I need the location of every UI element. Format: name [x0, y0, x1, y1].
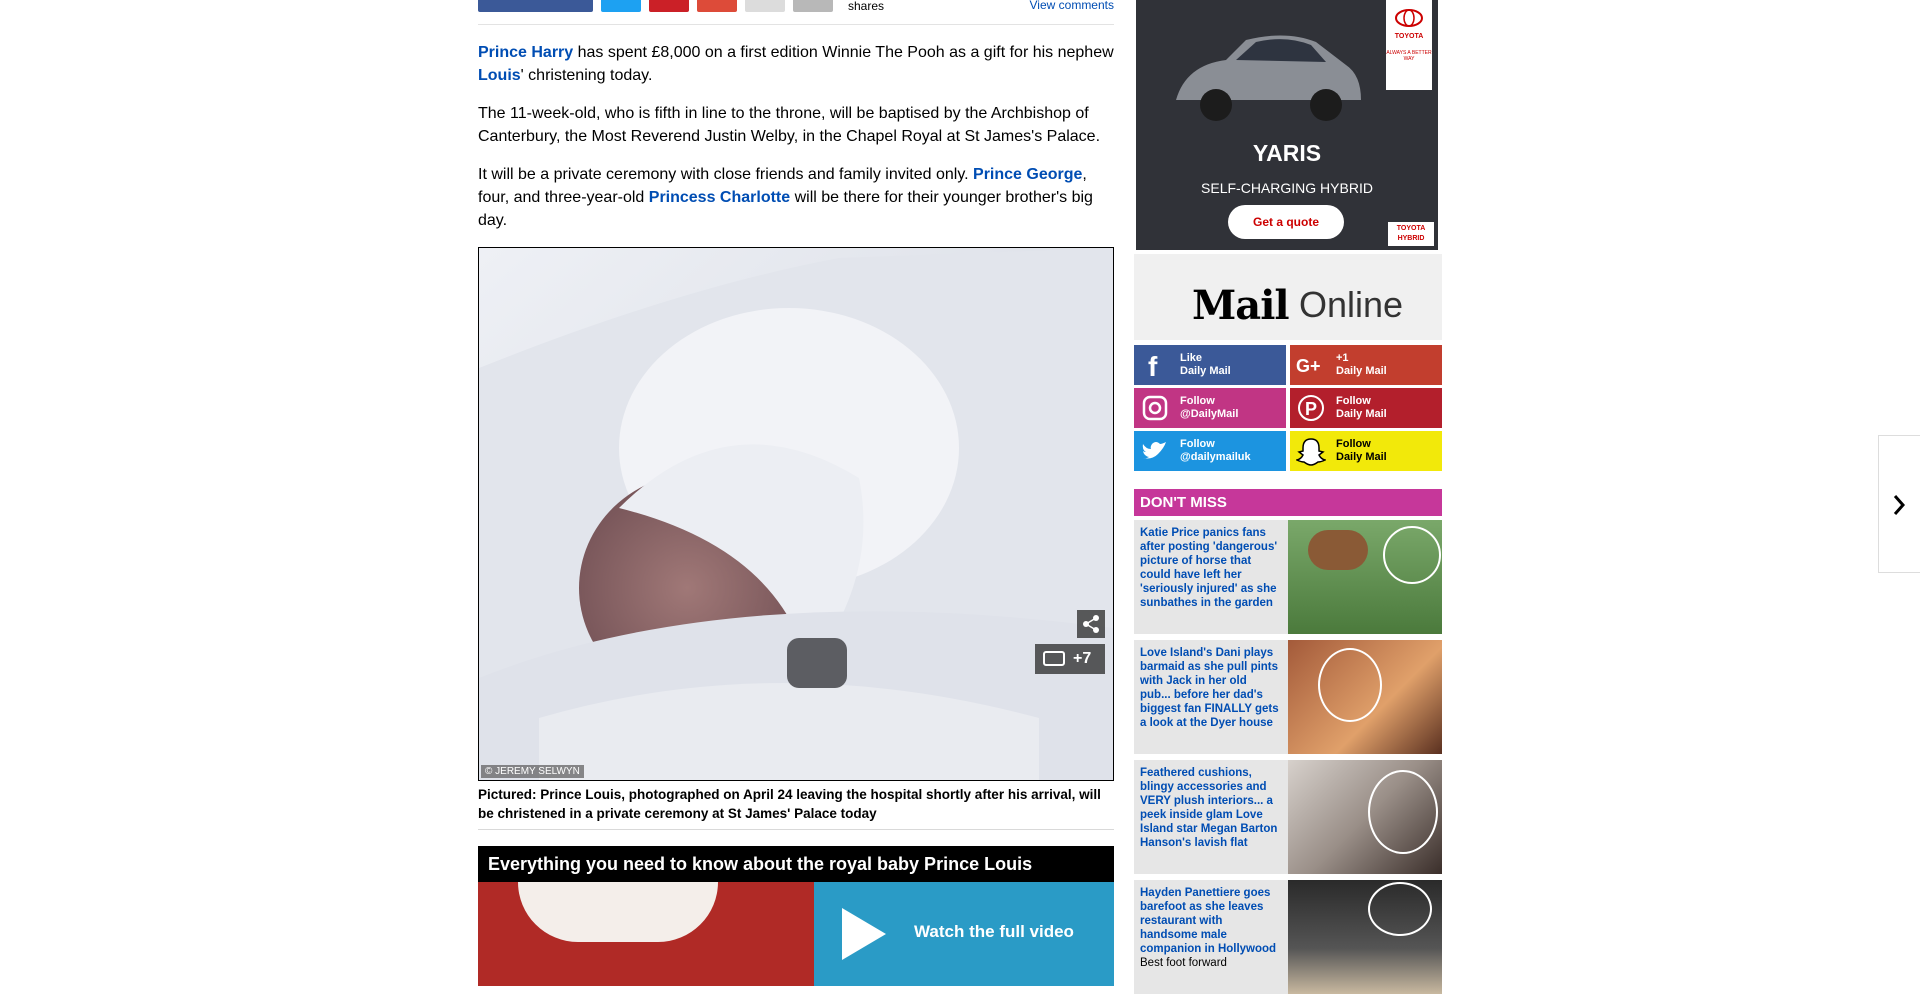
- pinterest-follow-button[interactable]: P Follow Daily Mail: [1290, 388, 1442, 428]
- googleplus-follow-button[interactable]: G+ +1 Daily Mail: [1290, 345, 1442, 385]
- prince-harry-link[interactable]: Prince Harry: [478, 44, 573, 61]
- watch-video-label: Watch the full video: [914, 922, 1074, 941]
- article-paragraph-1: Prince Harry has spent £8,000 on a first…: [478, 44, 1114, 84]
- dont-miss-thumbnail: [1288, 880, 1442, 994]
- twitter-follow-button[interactable]: Follow @dailymailuk: [1134, 431, 1286, 471]
- dont-miss-thumbnail: [1288, 760, 1442, 874]
- video-title: Everything you need to know about the ro…: [488, 854, 1033, 874]
- share-bar: shares View comments: [478, 0, 1114, 25]
- chevron-right-icon: [1893, 495, 1906, 515]
- dont-miss-subtitle: Best foot forward: [1140, 957, 1227, 969]
- gallery-button[interactable]: +7: [1035, 644, 1105, 674]
- googleplus-icon: G+: [1296, 356, 1321, 376]
- article-paragraph-2: The 11-week-old, who is fifth in line to…: [478, 105, 1101, 145]
- snapchat-icon: [1296, 438, 1326, 466]
- image-caption: Pictured: Prince Louis, photographed on …: [478, 785, 1114, 830]
- share-image-button[interactable]: [1077, 610, 1105, 638]
- car-image: [1176, 35, 1361, 121]
- right-column: TOYOTA ALWAYS A BETTER WAY YARIS SELF-CH…: [1134, 0, 1442, 340]
- svg-text:P: P: [1305, 399, 1317, 419]
- camera-icon: [1043, 651, 1065, 666]
- dont-miss-item-4[interactable]: Hayden Panettiere goes barefoot as she l…: [1134, 880, 1442, 994]
- facebook-like-button[interactable]: f Like Daily Mail: [1134, 345, 1286, 385]
- dont-miss-header: DON'T MISS: [1134, 489, 1442, 516]
- pinterest-icon: P: [1298, 395, 1324, 421]
- facebook-icon: f: [1148, 351, 1158, 380]
- article-paragraph-3: It will be a private ceremony with close…: [478, 166, 1093, 229]
- louis-link[interactable]: Louis: [478, 67, 521, 84]
- instagram-follow-button[interactable]: Follow @DailyMail: [1134, 388, 1286, 428]
- toyota-ad[interactable]: TOYOTA ALWAYS A BETTER WAY YARIS SELF-CH…: [1136, 0, 1438, 250]
- next-article-button[interactable]: [1878, 435, 1920, 573]
- email-share-button[interactable]: [745, 0, 785, 12]
- gallery-count: +7: [1073, 650, 1092, 667]
- prince-george-link[interactable]: Prince George: [973, 166, 1082, 183]
- twitter-share-button[interactable]: [601, 0, 641, 12]
- ad-subtitle: SELF-CHARGING HYBRID: [1201, 180, 1373, 196]
- dont-miss-thumbnail: [1288, 640, 1442, 754]
- googleplus-share-button[interactable]: [697, 0, 737, 12]
- video-thumbnail: [478, 882, 814, 986]
- view-comments-link[interactable]: View comments: [1030, 0, 1114, 11]
- toyota-logo-icon: [1395, 9, 1423, 27]
- article-column: shares View comments Prince Harry has sp…: [478, 0, 1114, 986]
- ad-model: YARIS: [1252, 140, 1322, 166]
- instagram-icon: [1142, 395, 1168, 421]
- facebook-share-button[interactable]: [478, 0, 593, 12]
- article-image[interactable]: +7 © JEREMY SELWYN: [478, 247, 1114, 781]
- pinterest-share-button[interactable]: [649, 0, 689, 12]
- hybrid-badge: TOYOTA HYBRID: [1388, 222, 1434, 246]
- twitter-icon: [1142, 442, 1166, 459]
- video-player[interactable]: Everything you need to know about the ro…: [478, 846, 1114, 986]
- baby-photo: [479, 248, 1113, 780]
- dont-miss-item-1[interactable]: Katie Price panics fans after posting 'd…: [1134, 520, 1442, 634]
- play-icon: [842, 908, 886, 960]
- photo-credit: © JEREMY SELWYN: [481, 765, 584, 778]
- svg-text:f: f: [1148, 351, 1158, 380]
- comment-share-button[interactable]: [793, 0, 833, 12]
- mailonline-logo[interactable]: Mail Online: [1134, 254, 1442, 340]
- get-quote-button[interactable]: Get a quote: [1228, 205, 1344, 239]
- svg-text:G+: G+: [1296, 356, 1321, 376]
- dont-miss-item-2[interactable]: Love Island's Dani plays barmaid as she …: [1134, 640, 1442, 754]
- snapchat-follow-button[interactable]: Follow Daily Mail: [1290, 431, 1442, 471]
- share-icon: [1083, 615, 1099, 633]
- princess-charlotte-link[interactable]: Princess Charlotte: [649, 189, 790, 206]
- toyota-logo-box: TOYOTA ALWAYS A BETTER WAY: [1386, 0, 1432, 90]
- dont-miss-item-3[interactable]: Feathered cushions, blingy accessories a…: [1134, 760, 1442, 874]
- dont-miss-thumbnail: [1288, 520, 1442, 634]
- share-count-label: shares: [848, 0, 885, 13]
- watch-video-button[interactable]: Watch the full video: [814, 882, 1114, 986]
